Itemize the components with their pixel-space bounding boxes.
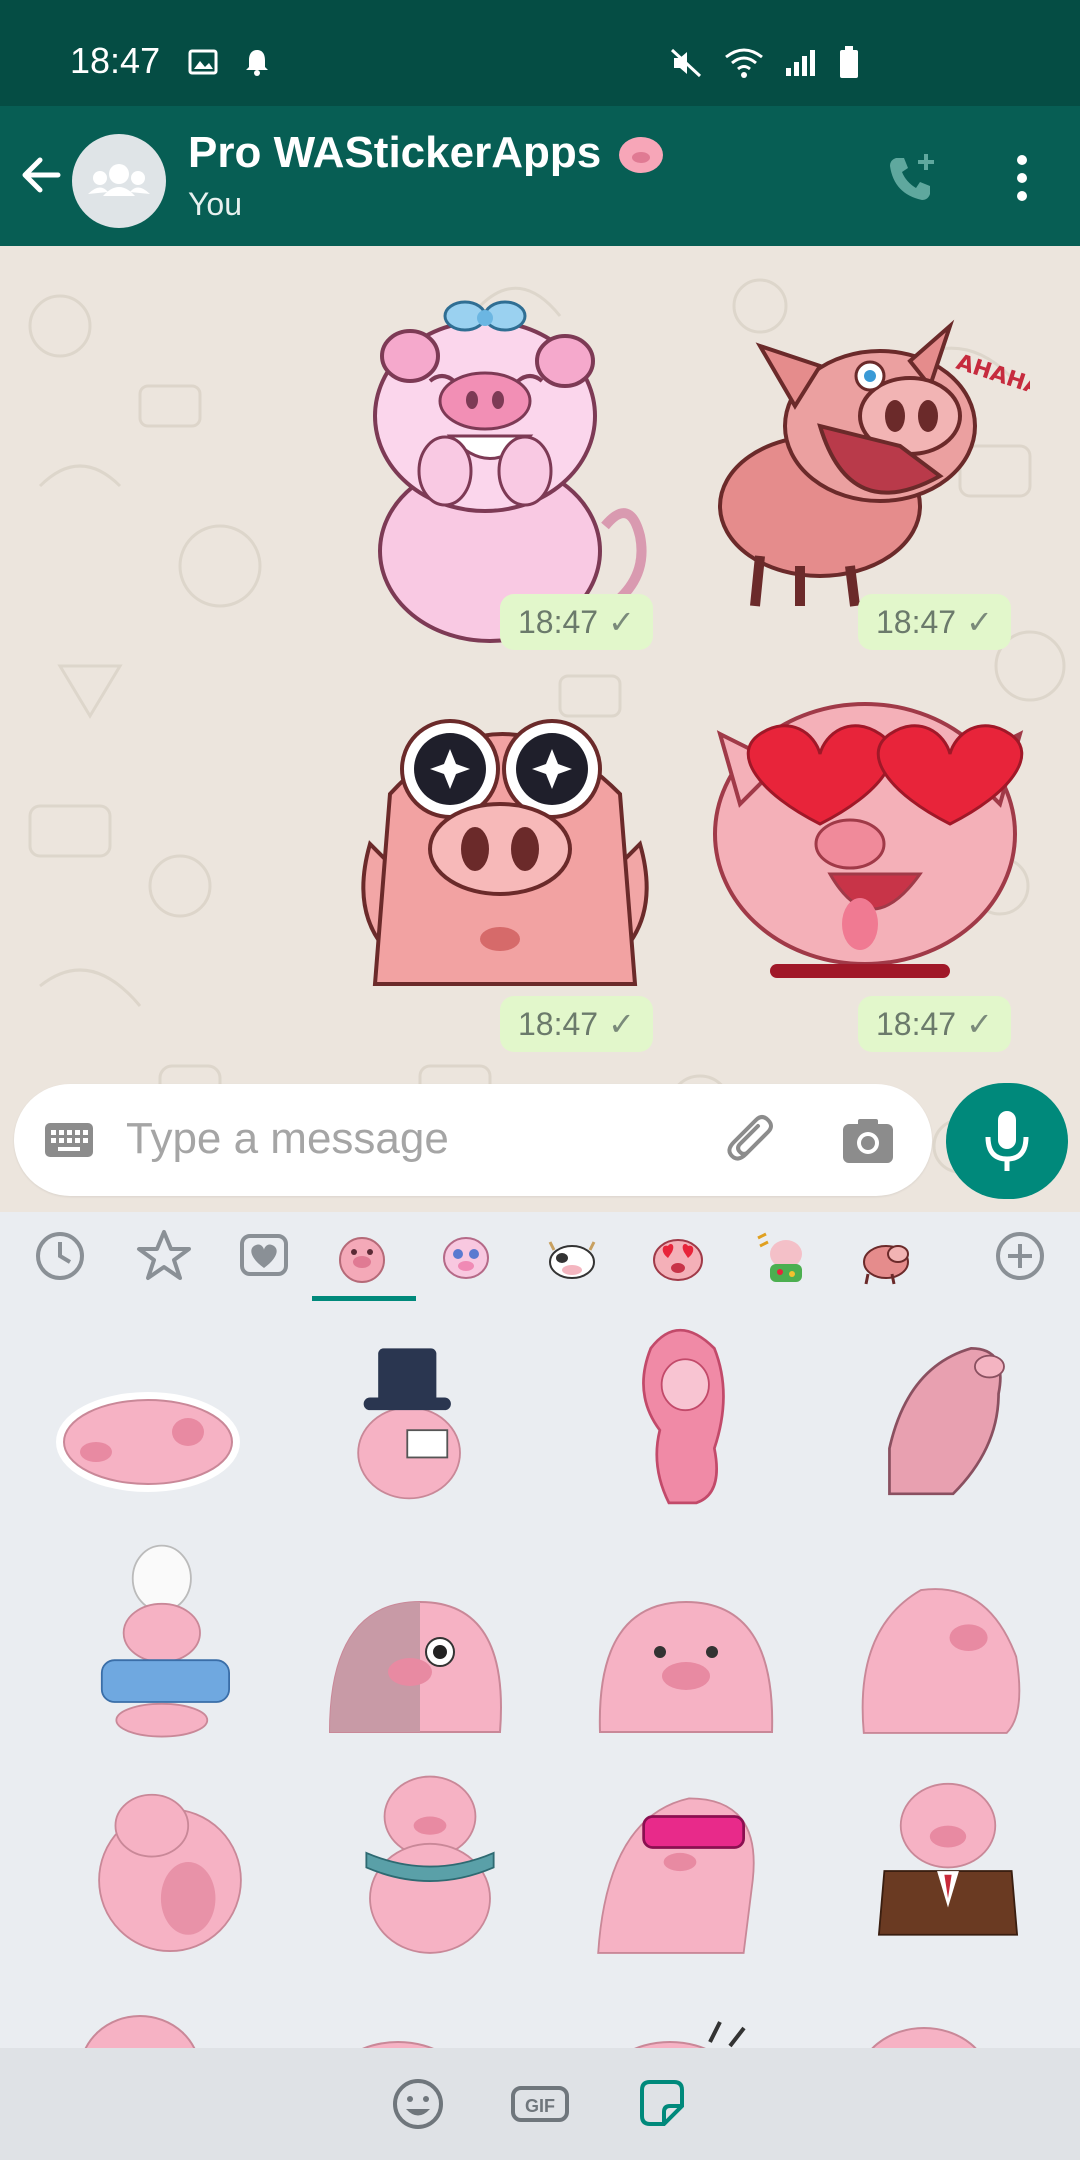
sticker-pig-partial-3[interactable] — [590, 2012, 790, 2048]
sticker-panel — [0, 1212, 1080, 2048]
back-arrow-icon[interactable] — [18, 150, 68, 200]
pig-pack-1[interactable] — [330, 1224, 394, 1288]
pig-face-emoji — [619, 137, 664, 174]
boar-pack[interactable] — [856, 1224, 920, 1288]
sticker-pig-sleeping[interactable] — [48, 1332, 248, 1532]
message-input[interactable] — [126, 1106, 686, 1172]
sticker-message-3[interactable] — [350, 694, 660, 994]
sticker-message-2[interactable]: AHAHA — [700, 306, 1030, 616]
mic-icon — [985, 1111, 1029, 1171]
sticker-boar-laughing: AHAHA — [718, 319, 1030, 607]
message-composer — [14, 1084, 932, 1196]
message-time-text: 18:47 — [518, 604, 599, 640]
sticker-pig-sunglasses[interactable] — [580, 1762, 780, 1962]
sticker-pig-partial-2[interactable] — [318, 2012, 518, 2048]
battery-icon — [840, 46, 858, 78]
message-time-1: 18:47 ✓ — [500, 594, 653, 650]
wifi-icon — [725, 48, 763, 78]
chat-subtitle: You — [188, 186, 242, 222]
chat-title-text: Pro WAStickerApps — [188, 128, 602, 177]
more-vert-icon[interactable] — [1006, 150, 1038, 206]
group-avatar[interactable] — [72, 134, 166, 228]
message-time-2: 18:47 ✓ — [858, 594, 1011, 650]
chat-title[interactable]: Pro WAStickerApps — [188, 128, 664, 178]
star-icon[interactable] — [132, 1224, 196, 1288]
status-bar: 18:47 — [0, 0, 1080, 106]
sent-tick-icon: ✓ — [966, 1006, 993, 1042]
pig-heart-pack[interactable] — [646, 1224, 710, 1288]
message-time-text: 18:47 — [876, 604, 957, 640]
sticker-pig-with-hat-blue-shirt[interactable] — [80, 1542, 280, 1742]
sticker-pig-partial-4[interactable] — [844, 2002, 1044, 2048]
add-call-icon[interactable] — [884, 150, 940, 206]
sticker-pig-big-eyes[interactable] — [320, 1562, 520, 1762]
message-time-text: 18:47 — [518, 1006, 599, 1042]
signal-icon — [786, 50, 815, 76]
sent-tick-icon: ✓ — [608, 1006, 635, 1042]
add-pack-icon[interactable] — [988, 1224, 1052, 1288]
heart-icon[interactable] — [232, 1224, 296, 1288]
camera-icon[interactable] — [842, 1118, 894, 1164]
pig-pack-2[interactable] — [434, 1224, 498, 1288]
sticker-pig-front[interactable] — [586, 1562, 786, 1762]
gif-icon: GIF — [511, 2086, 569, 2122]
sticker-pig-scarf[interactable] — [330, 1762, 530, 1962]
sent-tick-icon: ✓ — [966, 604, 993, 640]
sticker-pig-partial-1[interactable] — [60, 1992, 260, 2048]
emoji-gif-sticker-switcher: GIF — [0, 2048, 1080, 2160]
gallery-icon — [188, 49, 218, 75]
gif-label: GIF — [525, 2096, 555, 2116]
keyboard-icon[interactable] — [44, 1122, 94, 1158]
sticker-pig-sparkly-eyes — [361, 719, 649, 986]
sticker-pig-suit[interactable] — [848, 1762, 1048, 1962]
sticker-pig-pink-hair[interactable] — [578, 1312, 778, 1512]
mic-button[interactable] — [946, 1083, 1068, 1199]
message-time-text: 18:47 — [876, 1006, 957, 1042]
status-time: 18:47 — [70, 40, 161, 81]
mute-icon — [670, 48, 702, 78]
attach-icon[interactable] — [722, 1112, 778, 1168]
cow-pack[interactable] — [540, 1224, 604, 1288]
pig-haha-pack[interactable] — [754, 1224, 818, 1288]
sticker-pig-top-hat[interactable] — [300, 1312, 500, 1512]
group-avatar-icon — [88, 164, 150, 196]
sticker-pig-sniffing-up[interactable] — [844, 1312, 1044, 1512]
sticker-pig-sitting-back[interactable] — [70, 1762, 270, 1962]
message-time-4: 18:47 ✓ — [858, 996, 1011, 1052]
notification-bell-icon — [246, 50, 268, 76]
chat-area[interactable]: 18:47 ✓ AHAHA 18:47 ✓ 18:47 ✓ 18:47 ✓ — [0, 246, 1080, 1214]
active-tab-indicator — [312, 1296, 416, 1301]
sticker-icon[interactable] — [634, 2076, 690, 2132]
sticker-pig-heart-eyes — [713, 702, 1024, 978]
sticker-pig-looking-up[interactable] — [840, 1552, 1040, 1752]
chat-header: Pro WAStickerApps You — [0, 106, 1080, 246]
sticker-message-4[interactable] — [700, 694, 1030, 994]
sent-tick-icon: ✓ — [608, 604, 635, 640]
message-time-3: 18:47 ✓ — [500, 996, 653, 1052]
sticker-pack-tabs — [0, 1212, 1080, 1302]
gif-button[interactable]: GIF — [510, 2076, 570, 2132]
emoji-icon[interactable] — [390, 2076, 446, 2132]
recent-clock-icon[interactable] — [28, 1224, 92, 1288]
